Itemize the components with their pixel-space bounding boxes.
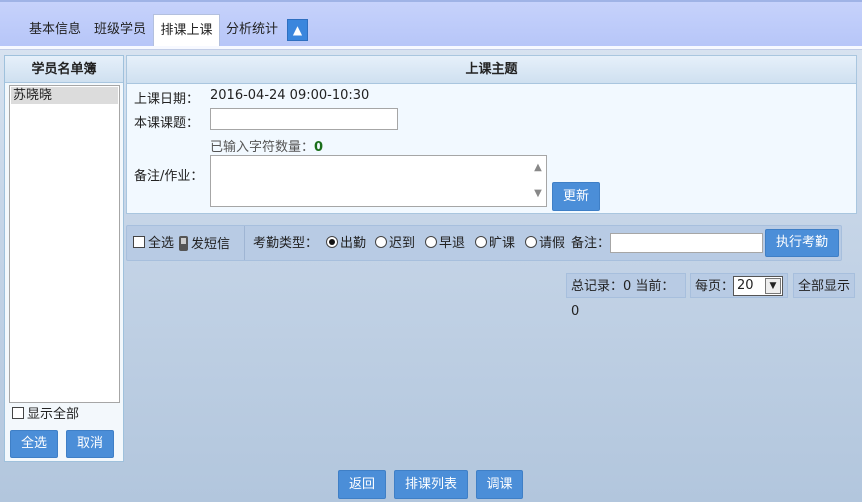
collapse-up-icon[interactable]: ▲: [287, 19, 308, 41]
radio-late[interactable]: 迟到: [375, 236, 415, 252]
notes-textarea[interactable]: ▲ ▼: [210, 155, 547, 207]
remark-label: 备注：: [571, 236, 611, 251]
radio-label: 请假: [539, 236, 566, 251]
sms-label: 发短信: [191, 237, 231, 252]
class-topic-panel: 上课主题 上课日期： 2016-04-24 09:00-10:30 本课课题： …: [126, 55, 857, 214]
reschedule-button[interactable]: 调课: [476, 470, 523, 499]
phone-icon: [179, 236, 188, 251]
tab-class-students[interactable]: 班级学员: [88, 16, 152, 46]
char-count-text: 已输入字符数量：: [210, 140, 315, 155]
radio-icon[interactable]: [375, 236, 387, 248]
radio-icon[interactable]: [525, 236, 537, 248]
roster-title: 学员名单簿: [5, 56, 123, 83]
show-all-records-button[interactable]: 全部显示: [793, 273, 855, 298]
radio-label: 迟到: [389, 236, 416, 251]
char-count-label: 已输入字符数量：0: [210, 136, 323, 155]
radio-absent[interactable]: 旷课: [475, 236, 515, 252]
topic-label: 本课课题：: [134, 116, 200, 131]
scroll-up-icon[interactable]: ▲: [532, 162, 544, 174]
per-page-label: 每页：: [695, 279, 735, 294]
radio-checked-icon[interactable]: [326, 236, 338, 248]
radio-leave-early[interactable]: 早退: [425, 236, 465, 252]
attendance-type-label: 考勤类型：: [253, 236, 319, 251]
tab-analysis-stats[interactable]: 分析统计: [220, 16, 284, 46]
radio-present[interactable]: 出勤: [326, 236, 366, 252]
show-all-label: 显示全部: [27, 407, 80, 422]
class-date-value: 2016-04-24 09:00-10:30: [210, 88, 370, 103]
class-topic-title: 上课主题: [127, 56, 856, 84]
schedule-list-button[interactable]: 排课列表: [394, 470, 468, 499]
tab-basic-info[interactable]: 基本信息: [22, 16, 88, 46]
radio-label: 旷课: [489, 236, 516, 251]
cancel-selection-button[interactable]: 取消: [66, 430, 114, 458]
tab-schedule-class[interactable]: 排课上课: [153, 14, 220, 48]
student-list[interactable]: 苏晓晓: [9, 85, 120, 403]
checkbox-icon[interactable]: [133, 236, 145, 248]
student-item[interactable]: 苏晓晓: [11, 87, 118, 104]
radio-label: 早退: [439, 236, 466, 251]
toolbar-divider: [244, 226, 245, 260]
attendance-toolbar: 全选 发短信 考勤类型： 出勤 迟到 早退 旷课 请假 备注： 执行考勤: [126, 225, 842, 261]
student-roster-panel: 学员名单簿 苏晓晓 显示全部 全选 取消: [4, 55, 124, 462]
execute-attendance-button[interactable]: 执行考勤: [765, 229, 839, 257]
select-all-students-button[interactable]: 全选: [10, 430, 58, 458]
send-sms-button[interactable]: 发短信: [179, 236, 230, 253]
class-date-label: 上课日期：: [134, 92, 200, 107]
back-button[interactable]: 返回: [338, 470, 386, 499]
notes-label: 备注/作业：: [134, 169, 204, 184]
remark-input[interactable]: [610, 233, 763, 253]
radio-icon[interactable]: [475, 236, 487, 248]
checkbox-icon[interactable]: [12, 407, 24, 419]
topic-input[interactable]: [210, 108, 398, 130]
tab-underline: [0, 46, 862, 50]
per-page-select[interactable]: 20 ▼: [733, 276, 783, 296]
radio-excused[interactable]: 请假: [525, 236, 565, 252]
scroll-down-icon[interactable]: ▼: [532, 188, 544, 200]
select-all-label: 全选: [148, 236, 175, 251]
record-count: 总记录：0 当前：0: [566, 273, 686, 319]
per-page-value: 20: [737, 278, 754, 293]
show-all-checkbox[interactable]: 显示全部: [12, 407, 79, 423]
top-tab-bar: 基本信息 班级学员 排课上课 分析统计 ▲: [0, 0, 862, 50]
radio-label: 出勤: [340, 236, 367, 251]
chevron-down-icon[interactable]: ▼: [765, 278, 781, 294]
radio-icon[interactable]: [425, 236, 437, 248]
char-count-value: 0: [314, 140, 324, 155]
update-button[interactable]: 更新: [552, 182, 600, 211]
attendance-select-all[interactable]: 全选: [133, 236, 174, 252]
